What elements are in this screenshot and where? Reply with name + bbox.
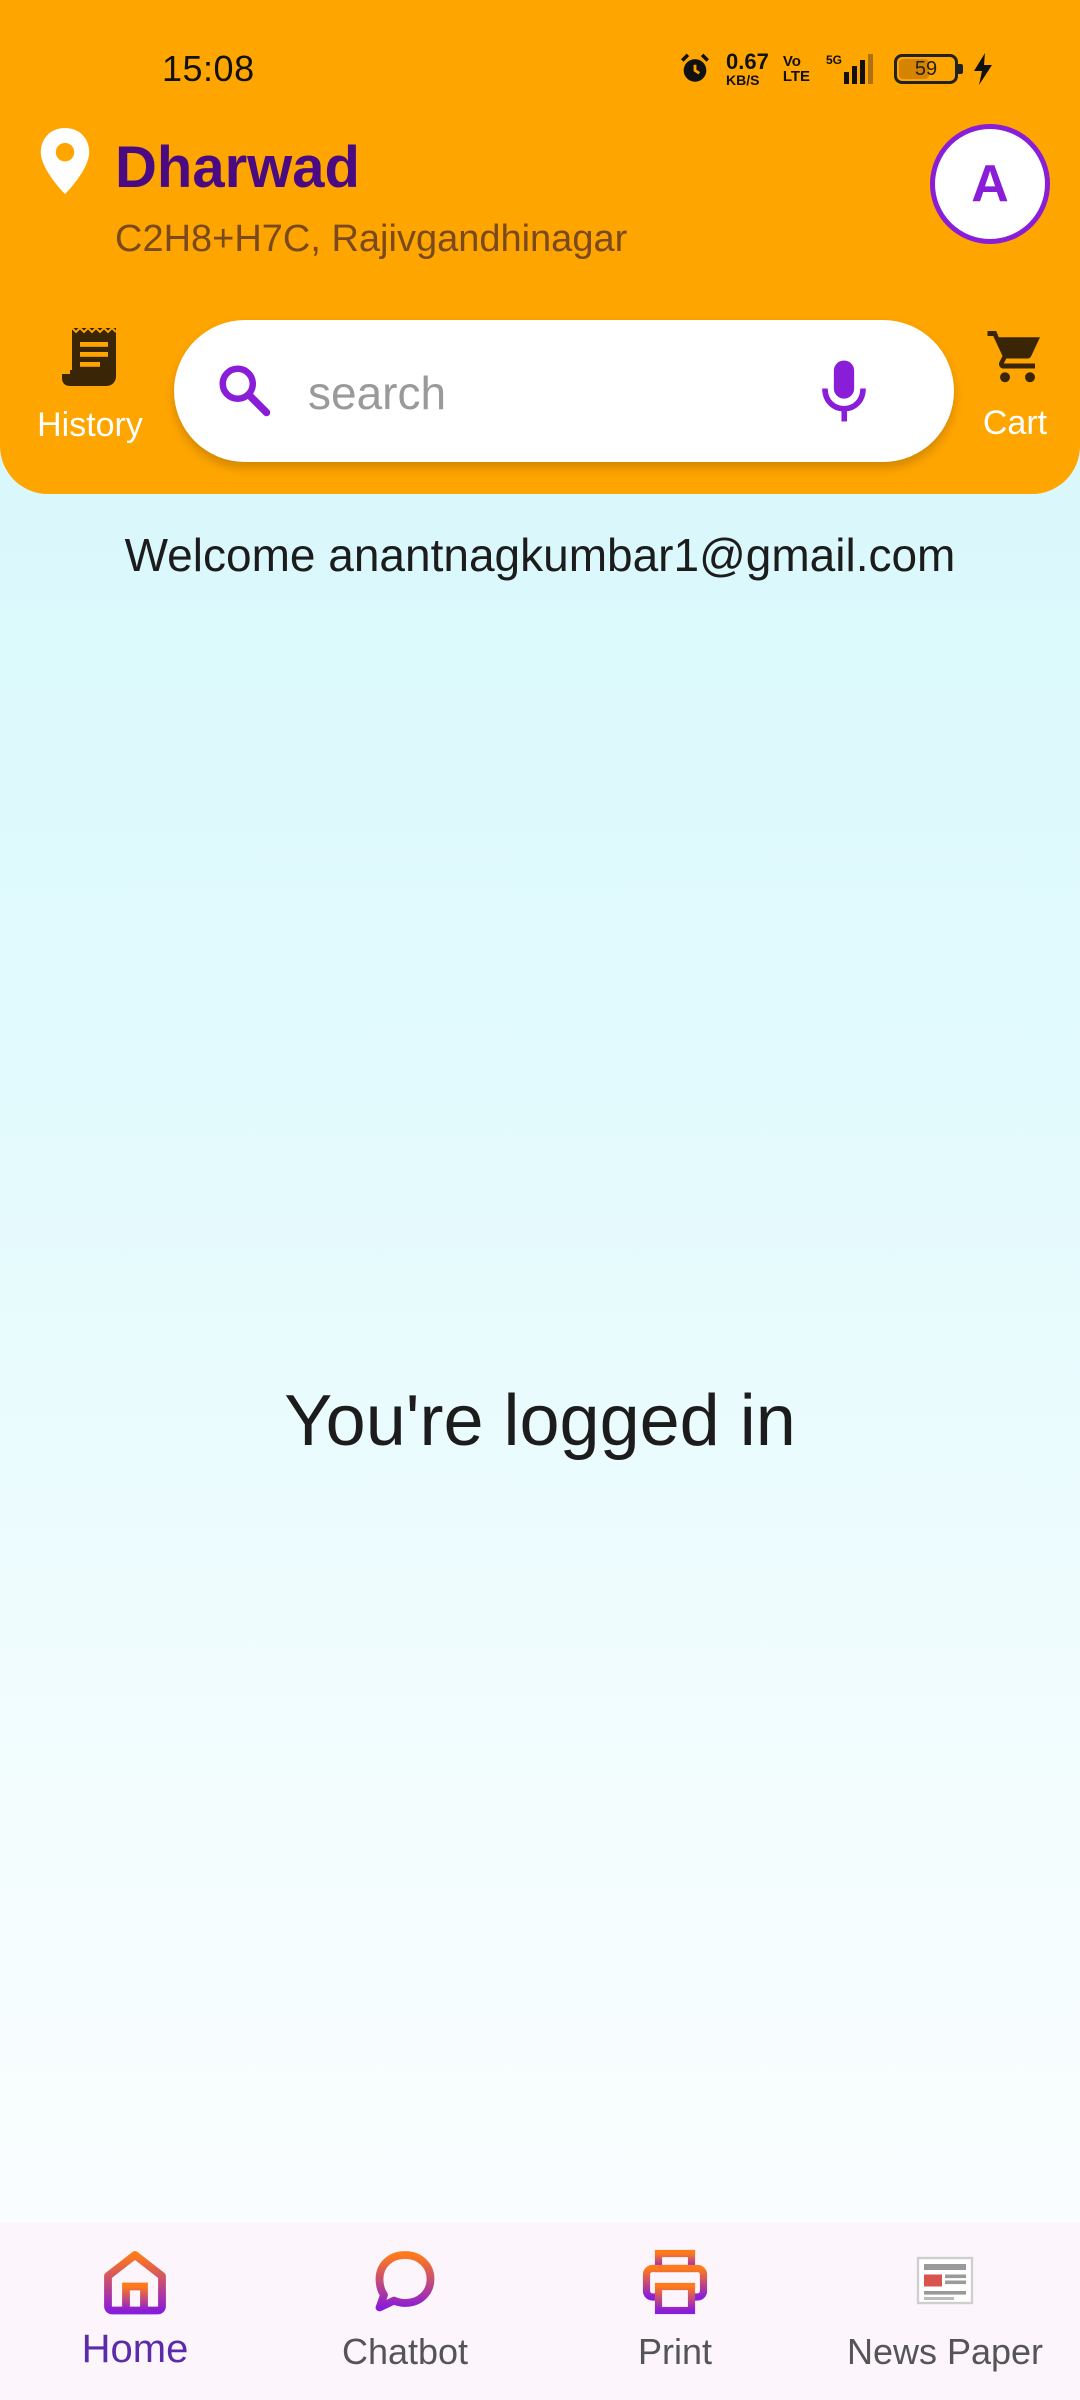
- volte-icon: Vo LTE: [782, 53, 811, 85]
- nav-label-chatbot: Chatbot: [341, 2331, 469, 2372]
- search-bar[interactable]: search: [174, 320, 954, 462]
- welcome-message: Welcome anantnagkumbar1@gmail.com: [124, 529, 956, 581]
- profile-avatar[interactable]: A: [930, 124, 1050, 244]
- history-label: History: [37, 406, 143, 444]
- app-header: 15:08 0.67 KB/S Vo LTE 5G 59 Dharwad C2H…: [0, 0, 1080, 494]
- location-pin-icon[interactable]: [38, 128, 92, 194]
- location-address[interactable]: C2H8+H7C, Rajivgandhinagar: [115, 218, 627, 261]
- net-speed: 0.67 KB/S: [726, 49, 769, 88]
- search-icon: [214, 360, 274, 425]
- printer-icon: [639, 2246, 711, 2323]
- nav-item-chatbot[interactable]: Chatbot: [270, 2222, 540, 2400]
- alarm-icon: [678, 52, 712, 86]
- status-icons: 0.67 KB/S Vo LTE 5G 59: [678, 44, 994, 94]
- battery-icon: 59: [894, 54, 964, 84]
- status-time: 15:08: [162, 48, 255, 89]
- receipt-icon: [20, 324, 160, 388]
- microphone-icon[interactable]: [818, 358, 870, 429]
- nav-item-print[interactable]: Print: [540, 2222, 810, 2400]
- login-status-message: You're logged in: [284, 1381, 796, 1461]
- cart-icon: [960, 326, 1070, 386]
- svg-text:5G: 5G: [826, 53, 842, 67]
- nav-label-print: Print: [637, 2331, 713, 2372]
- nav-item-newspaper[interactable]: News Paper: [810, 2222, 1080, 2400]
- search-input[interactable]: search: [308, 366, 446, 420]
- history-button[interactable]: History: [20, 324, 160, 445]
- avatar-letter: A: [971, 155, 1009, 213]
- nav-label-home: Home: [81, 2327, 189, 2371]
- bottom-navigation: Home Chatbot Print News Paper: [0, 2222, 1080, 2400]
- charging-icon: [972, 53, 994, 85]
- nav-label-newspaper: News Paper: [846, 2331, 1044, 2372]
- cart-label: Cart: [982, 404, 1048, 442]
- location-city[interactable]: Dharwad: [115, 134, 360, 201]
- signal-icon: 5G: [824, 52, 880, 86]
- nav-item-home[interactable]: Home: [0, 2222, 270, 2400]
- home-icon: [99, 2246, 171, 2323]
- cart-button[interactable]: Cart: [960, 326, 1070, 443]
- newspaper-icon: [909, 2246, 981, 2323]
- chat-bubble-icon: [369, 2246, 441, 2323]
